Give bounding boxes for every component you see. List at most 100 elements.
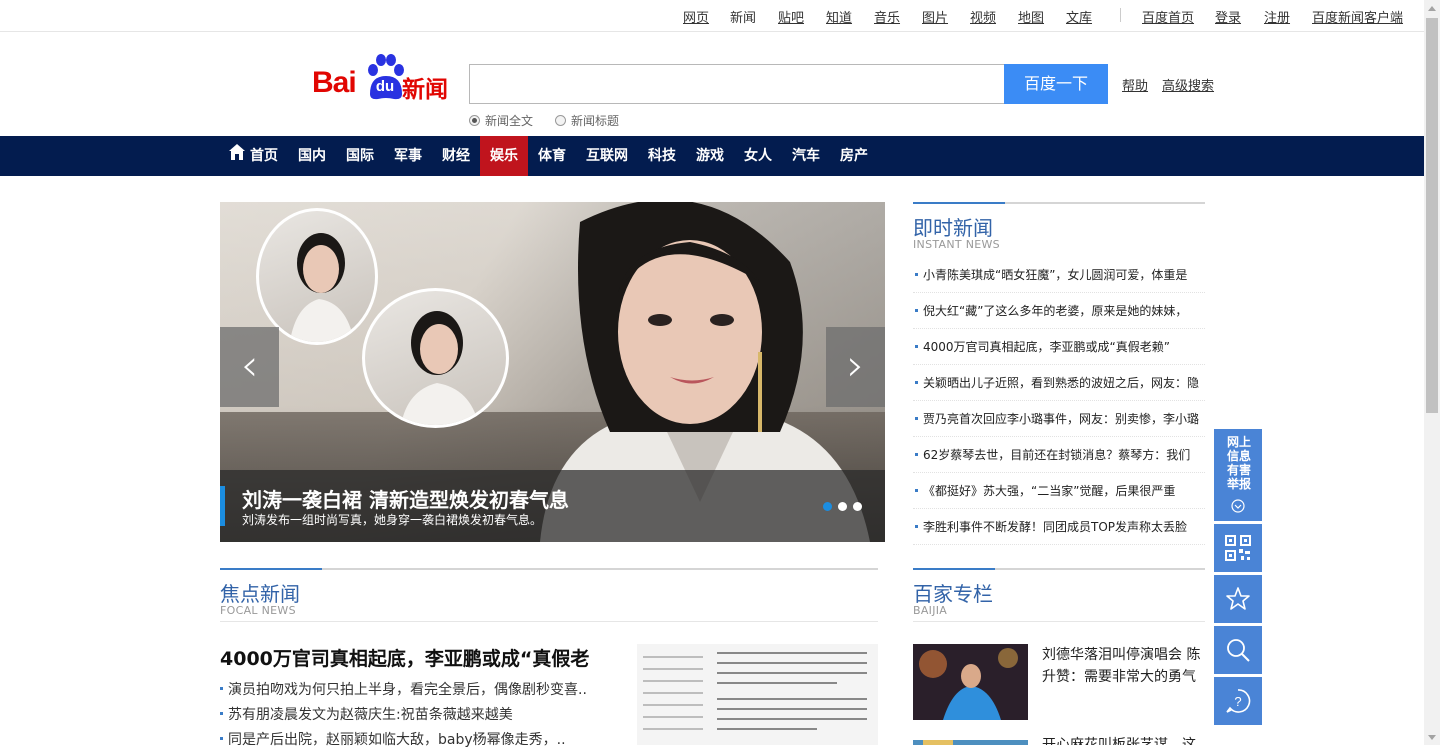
baijia-item-title[interactable]: 刘德华落泪叫停演唱会 陈升赞：需要非常大的勇气 [1042, 644, 1204, 688]
focal-news-subtitle: FOCAL NEWS [220, 604, 296, 617]
instant-news-header: 即时新闻 INSTANT NEWS [913, 202, 1205, 254]
radio-title[interactable]: 新闻标题 [555, 112, 619, 129]
nav-tech[interactable]: 科技 [646, 136, 678, 176]
slider-dots [823, 502, 862, 511]
slider-dot-3[interactable] [853, 502, 862, 511]
nav-women[interactable]: 女人 [742, 136, 774, 176]
slider-next-button[interactable]: › [826, 327, 885, 407]
top-link-baidu-home[interactable]: 百度首页 [1142, 7, 1194, 26]
focal-news-headline[interactable]: 4000万官司真相起底，李亚鹏或成“真假老 [220, 644, 620, 671]
top-link-zhidao[interactable]: 知道 [826, 7, 852, 26]
scroll-up-arrow-icon[interactable] [1428, 6, 1436, 11]
caption-accent-bar [220, 486, 225, 526]
top-link-login[interactable]: 登录 [1215, 7, 1241, 26]
nav-domestic[interactable]: 国内 [296, 136, 328, 176]
logo-bai-text: Bai [312, 66, 357, 99]
nav-bar: 首页 国内 国际 军事 财经 娱乐 体育 互联网 科技 游戏 女人 汽车 房产 [0, 136, 1424, 176]
baijia-header: 百家专栏 BAIJIA [913, 568, 1205, 622]
nav-games[interactable]: 游戏 [694, 136, 726, 176]
favorite-button[interactable] [1214, 575, 1262, 623]
feedback-button[interactable]: ? [1214, 677, 1262, 725]
instant-news-item-text: 62岁蔡琴去世，目前还在封锁消息？蔡琴方：我们 [923, 448, 1191, 462]
baidu-news-logo[interactable]: Bai du 新闻 [312, 52, 452, 103]
focal-news-header: 焦点新闻 FOCAL NEWS [220, 568, 878, 622]
slider-circle-photo-1 [256, 208, 378, 345]
instant-news-item[interactable]: 62岁蔡琴去世，目前还在封锁消息？蔡琴方：我们 [913, 437, 1205, 473]
search-float-button[interactable] [1214, 626, 1262, 674]
top-link-image[interactable]: 图片 [922, 7, 948, 26]
baijia-item-image-2[interactable] [913, 735, 1028, 745]
slider-prev-button[interactable]: ‹ [220, 327, 279, 407]
chevron-down-icon [1231, 499, 1245, 513]
radio-title-label: 新闻标题 [571, 114, 620, 128]
radio-title-dot[interactable] [555, 115, 566, 126]
instant-news-item[interactable]: 倪大红“藏”了这么多年的老婆，原来是她的妹妹， [913, 293, 1205, 329]
nav-home[interactable]: 首页 [248, 136, 280, 176]
instant-news-item-text: 小青陈美琪成“晒女狂魔”，女儿圆润可爱，体重是 [923, 268, 1188, 282]
report-harmful-info-button[interactable]: 网上信息有害举报 [1214, 429, 1262, 521]
instant-news-item[interactable]: 4000万官司真相起底，李亚鹏或成“真假老赖” [913, 329, 1205, 365]
slider-dot-1[interactable] [823, 502, 832, 511]
slider-title[interactable]: 刘涛一袭白裙 清新造型焕发初春气息 [242, 484, 569, 513]
baijia-title: 百家专栏 [913, 582, 993, 606]
home-icon[interactable] [228, 143, 246, 161]
instant-news-item[interactable]: 贾乃亮首次回应李小璐事件，网友：别卖惨，李小璐 [913, 401, 1205, 437]
nav-international[interactable]: 国际 [344, 136, 376, 176]
top-link-map[interactable]: 地图 [1018, 7, 1044, 26]
instant-news-item-text: 《都挺好》苏大强，“二当家”觉醒，后果很严重 [923, 484, 1176, 498]
slider-circle-photo-2 [362, 288, 509, 428]
report-text: 网上信息有害举报 [1226, 435, 1251, 491]
baijia-item-image[interactable] [913, 644, 1028, 720]
focal-news-document-image[interactable] [637, 644, 878, 745]
instant-news-item[interactable]: 李胜利事件不断发酵！同团成员TOP发声称太丢脸 [913, 509, 1205, 545]
instant-news-item-text: 倪大红“藏”了这么多年的老婆，原来是她的妹妹， [923, 304, 1188, 318]
top-link-register[interactable]: 注册 [1264, 7, 1290, 26]
nav-realestate[interactable]: 房产 [838, 136, 870, 176]
instant-news-subtitle: INSTANT NEWS [913, 238, 1000, 251]
top-link-music[interactable]: 音乐 [874, 7, 900, 26]
top-link-news[interactable]: 新闻 [730, 7, 756, 26]
instant-news-list: 小青陈美琪成“晒女狂魔”，女儿圆润可爱，体重是 倪大红“藏”了这么多年的老婆，原… [913, 257, 1205, 545]
slider-dot-2[interactable] [838, 502, 847, 511]
focal-news-item[interactable]: 同是产后出院，赵丽颖如临大敌，baby杨幂像走秀，.. [220, 726, 620, 751]
nav-finance[interactable]: 财经 [440, 136, 472, 176]
instant-news-item[interactable]: 关颖晒出儿子近照，看到熟悉的波妞之后，网友：隐 [913, 365, 1205, 401]
focal-news-title: 焦点新闻 [220, 582, 300, 606]
search-input[interactable] [469, 64, 1005, 104]
focal-news-item-text: 同是产后出院，赵丽颖如临大敌，baby杨幂像走秀，.. [228, 731, 566, 748]
page-scrollbar[interactable] [1424, 0, 1440, 745]
baijia-item-title-2[interactable]: 开心麻花叫板张艺谋，这 [1042, 734, 1204, 745]
top-link-wenku[interactable]: 文库 [1066, 7, 1092, 26]
baijia-subtitle: BAIJIA [913, 604, 948, 617]
focal-news-item-text: 苏有朋凌晨发文为赵薇庆生:祝苗条薇越来越美 [228, 706, 513, 723]
instant-news-item[interactable]: 《都挺好》苏大强，“二当家”觉醒，后果很严重 [913, 473, 1205, 509]
focal-news-accent [220, 568, 322, 570]
logo-du-text: du [375, 78, 395, 95]
nav-internet[interactable]: 互联网 [584, 136, 630, 176]
scroll-down-arrow-icon[interactable] [1428, 735, 1436, 740]
radio-fulltext[interactable]: 新闻全文 [469, 112, 533, 129]
top-link-tieba[interactable]: 贴吧 [778, 7, 804, 26]
advanced-search-link[interactable]: 高级搜索 [1162, 75, 1214, 94]
question-bubble-icon: ? [1226, 689, 1251, 713]
nav-sports[interactable]: 体育 [536, 136, 568, 176]
top-links-bar: 网页 新闻 贴吧 知道 音乐 图片 视频 地图 文库 百度首页 登录 注册 百度… [0, 0, 1424, 32]
radio-fulltext-dot[interactable] [469, 115, 480, 126]
focal-news-item[interactable]: 演员拍吻戏为何只拍上半身，看完全景后，偶像剧秒变喜.. [220, 676, 620, 701]
top-link-video[interactable]: 视频 [970, 7, 996, 26]
slider-caption[interactable]: 刘涛一袭白裙 清新造型焕发初春气息 刘涛发布一组时尚写真，她身穿一袭白裙焕发初春… [220, 470, 885, 542]
nav-entertainment[interactable]: 娱乐 [480, 136, 528, 176]
focal-news-item[interactable]: 苏有朋凌晨发文为赵薇庆生:祝苗条薇越来越美 [220, 701, 620, 726]
top-link-web[interactable]: 网页 [683, 7, 709, 26]
nav-auto[interactable]: 汽车 [790, 136, 822, 176]
baijia-accent [913, 568, 995, 570]
instant-news-item[interactable]: 小青陈美琪成“晒女狂魔”，女儿圆润可爱，体重是 [913, 257, 1205, 293]
search-button[interactable]: 百度一下 [1004, 64, 1108, 104]
qrcode-button[interactable] [1214, 524, 1262, 572]
help-link[interactable]: 帮助 [1122, 75, 1148, 94]
nav-military[interactable]: 军事 [392, 136, 424, 176]
instant-news-item-text: 李胜利事件不断发酵！同团成员TOP发声称太丢脸 [923, 520, 1188, 534]
scrollbar-thumb[interactable] [1426, 18, 1438, 413]
top-link-news-client[interactable]: 百度新闻客户端 [1312, 7, 1403, 26]
instant-news-item-text: 4000万官司真相起底，李亚鹏或成“真假老赖” [923, 340, 1170, 354]
